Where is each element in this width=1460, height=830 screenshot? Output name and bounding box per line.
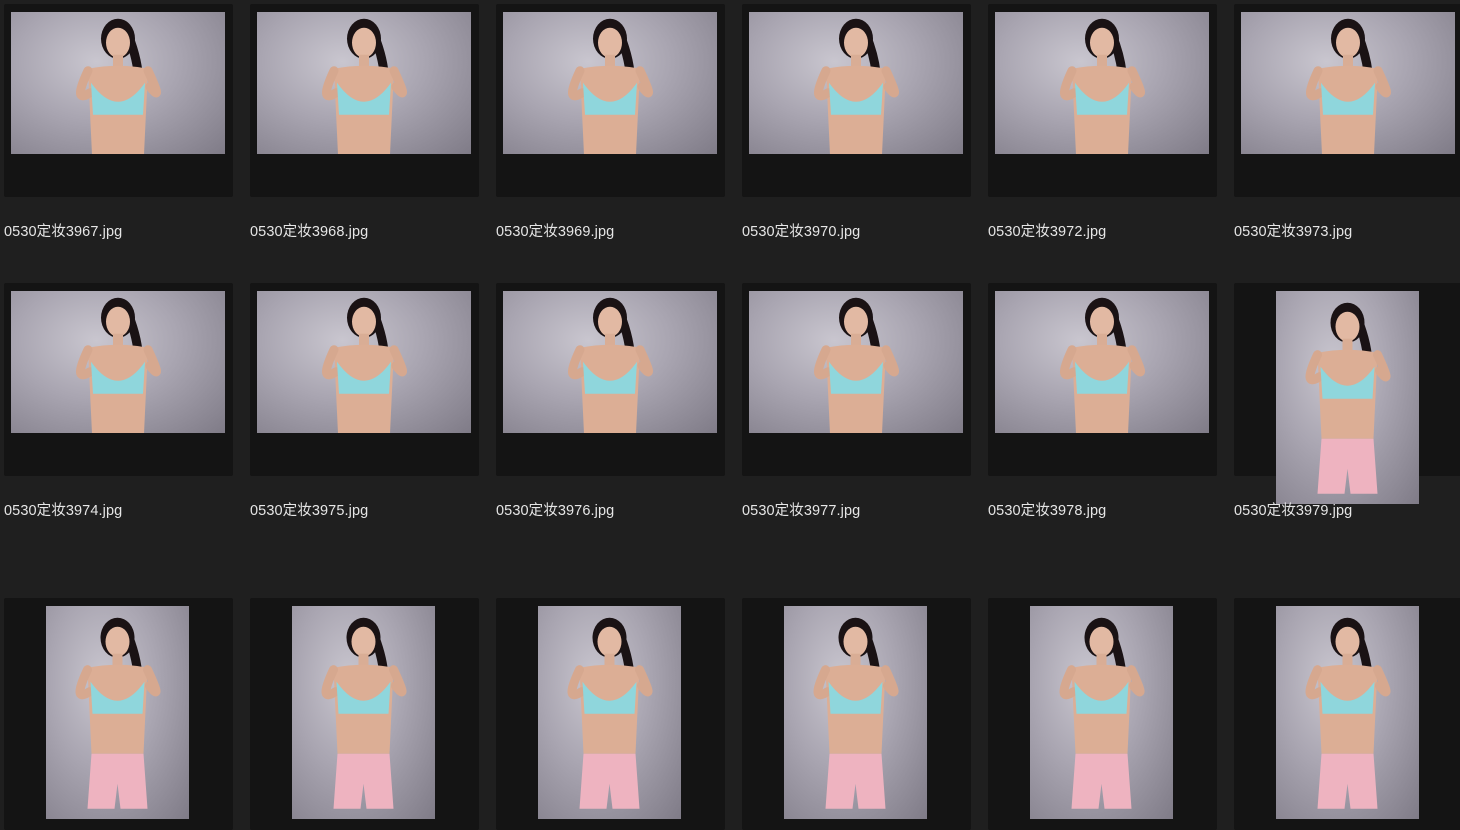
photo-subject bbox=[568, 297, 653, 433]
photo-subject bbox=[1060, 297, 1145, 433]
thumbnail-frame[interactable] bbox=[988, 283, 1217, 476]
photo-subject bbox=[322, 297, 407, 433]
thumbnail-grid: 0530定妆3967.jpg 0530定妆3968.jpg 0530定妆3969.j… bbox=[0, 0, 1460, 830]
thumbnail-frame[interactable] bbox=[988, 598, 1217, 830]
thumbnail-frame[interactable] bbox=[1234, 598, 1460, 830]
photo-subject bbox=[75, 617, 161, 809]
thumbnail-image[interactable] bbox=[749, 12, 963, 154]
thumbnail-frame[interactable] bbox=[250, 598, 479, 830]
photo-subject bbox=[322, 18, 407, 154]
thumbnail-frame[interactable] bbox=[988, 4, 1217, 197]
thumbnail-filename: 0530定妆3979.jpg bbox=[1234, 503, 1353, 519]
photo-subject bbox=[76, 297, 161, 433]
photo-subject bbox=[76, 18, 161, 154]
photo-subject bbox=[321, 617, 407, 809]
thumbnail-filename: 0530定妆3968.jpg bbox=[250, 224, 369, 240]
thumbnail-frame[interactable] bbox=[742, 4, 971, 197]
thumbnail-image[interactable] bbox=[257, 291, 471, 433]
photo-subject bbox=[567, 617, 653, 809]
thumbnail-frame[interactable] bbox=[4, 598, 233, 830]
thumbnail-filename: 0530定妆3976.jpg bbox=[496, 503, 615, 519]
thumbnail-image[interactable] bbox=[1241, 12, 1455, 154]
photo-subject bbox=[568, 18, 653, 154]
thumbnail-frame[interactable] bbox=[496, 283, 725, 476]
thumbnail-frame[interactable] bbox=[250, 4, 479, 197]
thumbnail-frame[interactable] bbox=[4, 283, 233, 476]
thumbnail-frame[interactable] bbox=[742, 598, 971, 830]
photo-subject bbox=[814, 297, 899, 433]
thumbnail-filename: 0530定妆3974.jpg bbox=[4, 503, 123, 519]
thumbnail-image[interactable] bbox=[11, 12, 225, 154]
thumbnail-image[interactable] bbox=[1276, 606, 1419, 819]
thumbnail-image[interactable] bbox=[1030, 606, 1173, 819]
thumbnail-filename: 0530定妆3973.jpg bbox=[1234, 224, 1353, 240]
thumbnail-image[interactable] bbox=[503, 12, 717, 154]
photo-subject bbox=[1060, 18, 1145, 154]
thumbnail-frame[interactable] bbox=[1234, 283, 1460, 504]
thumbnail-filename: 0530定妆3969.jpg bbox=[496, 224, 615, 240]
thumbnail-frame[interactable] bbox=[496, 598, 725, 830]
photo-subject bbox=[1305, 302, 1391, 494]
thumbnail-frame[interactable] bbox=[4, 4, 233, 197]
thumbnail-image[interactable] bbox=[46, 606, 189, 819]
thumbnail-image[interactable] bbox=[749, 291, 963, 433]
thumbnail-frame[interactable] bbox=[1234, 4, 1460, 197]
thumbnail-image[interactable] bbox=[1276, 291, 1419, 504]
thumbnail-image[interactable] bbox=[11, 291, 225, 433]
thumbnail-filename: 0530定妆3977.jpg bbox=[742, 503, 861, 519]
thumbnail-filename: 0530定妆3978.jpg bbox=[988, 503, 1107, 519]
thumbnail-frame[interactable] bbox=[250, 283, 479, 476]
thumbnail-image[interactable] bbox=[995, 291, 1209, 433]
thumbnail-image[interactable] bbox=[995, 12, 1209, 154]
photo-subject bbox=[1305, 617, 1391, 809]
photo-subject bbox=[814, 18, 899, 154]
photo-subject bbox=[1306, 18, 1391, 154]
thumbnail-frame[interactable] bbox=[742, 283, 971, 476]
thumbnail-frame[interactable] bbox=[496, 4, 725, 197]
photo-subject bbox=[1059, 617, 1145, 809]
thumbnail-image[interactable] bbox=[784, 606, 927, 819]
thumbnail-image[interactable] bbox=[503, 291, 717, 433]
thumbnail-image[interactable] bbox=[257, 12, 471, 154]
photo-subject bbox=[813, 617, 899, 809]
thumbnail-image[interactable] bbox=[538, 606, 681, 819]
thumbnail-filename: 0530定妆3972.jpg bbox=[988, 224, 1107, 240]
thumbnail-filename: 0530定妆3967.jpg bbox=[4, 224, 123, 240]
thumbnail-filename: 0530定妆3970.jpg bbox=[742, 224, 861, 240]
thumbnail-filename: 0530定妆3975.jpg bbox=[250, 503, 369, 519]
thumbnail-image[interactable] bbox=[292, 606, 435, 819]
